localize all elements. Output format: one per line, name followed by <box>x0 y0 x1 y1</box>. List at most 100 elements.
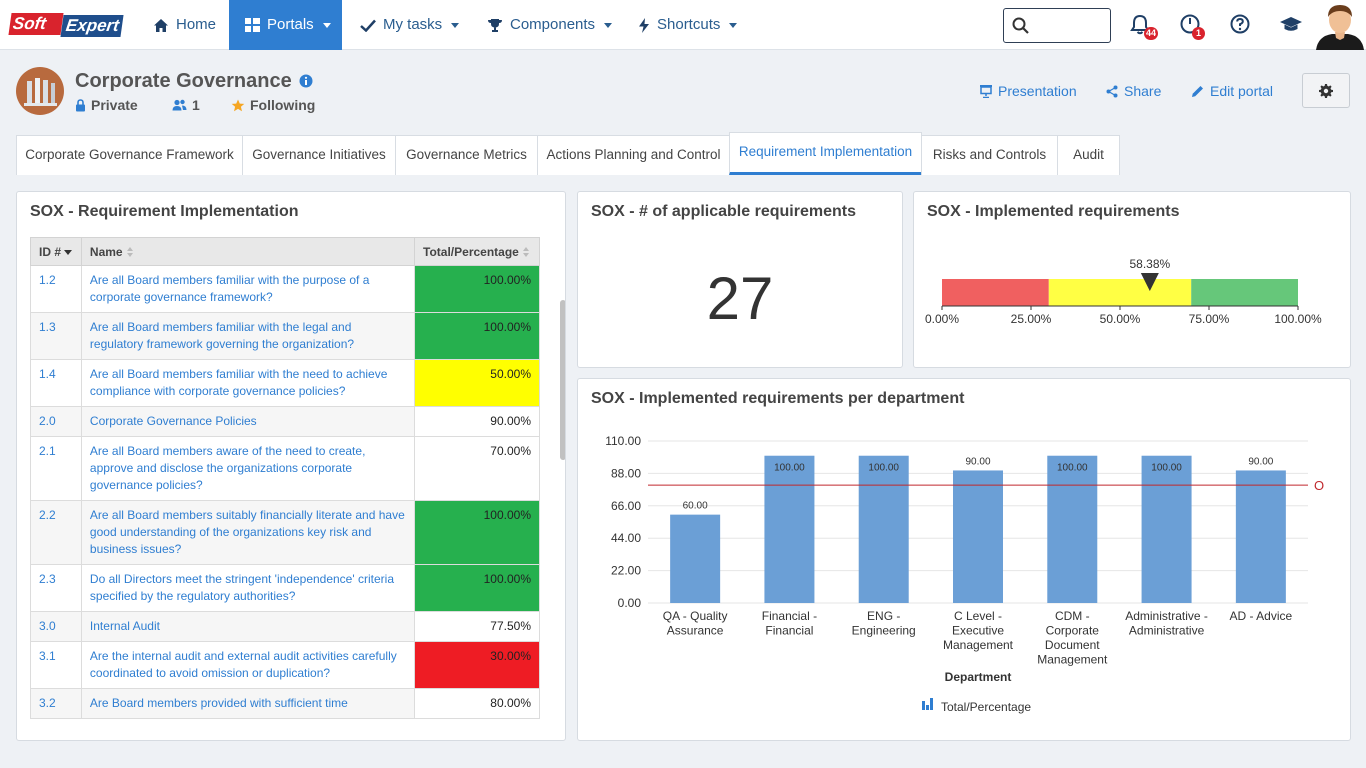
row-id[interactable]: 3.2 <box>30 688 82 719</box>
x-tick-label: Administrative <box>1129 624 1205 638</box>
help-button[interactable] <box>1229 13 1253 37</box>
edit-portal-button[interactable]: Edit portal <box>1191 83 1273 99</box>
column-header-total[interactable]: Total/Percentage <box>414 237 540 266</box>
row-id[interactable]: 2.1 <box>30 436 82 501</box>
privacy-label: Private <box>91 97 138 113</box>
edit-portal-label: Edit portal <box>1210 83 1274 99</box>
row-name[interactable]: Are all Board members familiar with the … <box>80 359 416 407</box>
row-percentage: 100.00% <box>414 500 540 565</box>
gauge-band-0 <box>942 279 1049 306</box>
tab-risks-and-controls[interactable]: Risks and Controls <box>921 135 1058 175</box>
nav-my-tasks[interactable]: My tasks <box>344 0 475 50</box>
column-header-total-label: Total/Percentage <box>423 244 519 259</box>
row-id[interactable]: 1.2 <box>30 265 82 313</box>
row-name[interactable]: Corporate Governance Policies <box>80 406 416 437</box>
y-tick-label: 22.00 <box>611 564 641 578</box>
row-name[interactable]: Are all Board members aware of the need … <box>80 436 416 501</box>
nav-portals[interactable]: Portals <box>229 0 342 50</box>
table-row[interactable]: 2.0 Corporate Governance Policies 90.00% <box>30 406 540 437</box>
logo-expert: Expert <box>60 15 124 37</box>
following-indicator[interactable]: Following <box>231 97 315 113</box>
row-id[interactable]: 3.1 <box>30 641 82 689</box>
tab-requirement-implementation[interactable]: Requirement Implementation <box>729 132 922 175</box>
gauge-svg: 0.00% 25.00% 50.00% 75.00% 100.00% 58.38% <box>925 257 1322 326</box>
column-header-id-label: ID # <box>39 244 62 259</box>
user-avatar[interactable] <box>1314 0 1366 50</box>
y-tick-label: 110.00 <box>605 434 641 448</box>
top-navbar: Soft Expert Home Portals My tasks Compon… <box>0 0 1366 50</box>
nav-components[interactable]: Components <box>471 0 628 50</box>
bar <box>1141 455 1192 603</box>
tab-governance-initiatives[interactable]: Governance Initiatives <box>242 135 396 175</box>
table-row[interactable]: 2.1 Are all Board members aware of the ne… <box>30 436 540 501</box>
bolt-icon <box>639 17 649 33</box>
x-tick-label: Administrative - <box>1125 609 1208 623</box>
table-scrollbar[interactable] <box>560 300 565 460</box>
row-percentage: 50.00% <box>414 359 540 407</box>
row-name[interactable]: Are the internal audit and external audi… <box>80 641 416 689</box>
following-label: Following <box>250 97 316 113</box>
row-name[interactable]: Are all Board members familiar with the … <box>80 312 416 360</box>
row-name[interactable]: Are all Board members familiar with the … <box>80 265 416 313</box>
nav-shortcuts[interactable]: Shortcuts <box>622 0 753 50</box>
requirements-table-container[interactable]: ID # Name Total/Percentage 1.2 Are all Bo… <box>30 237 541 737</box>
bar-data-label: 100.00 <box>868 463 899 474</box>
tab-corporate-governance-framework[interactable]: Corporate Governance Framework <box>16 135 243 175</box>
table-row[interactable]: 3.2 Are Board members provided with suffi… <box>30 688 540 719</box>
table-row[interactable]: 1.3 Are all Board members familiar with t… <box>30 312 540 360</box>
column-header-id[interactable]: ID # <box>30 237 82 266</box>
y-tick-label: 88.00 <box>611 466 641 480</box>
x-tick-label: CDM - <box>1055 609 1090 623</box>
share-button[interactable]: Share <box>1106 83 1161 99</box>
linear-gauge: 0.00% 25.00% 50.00% 75.00% 100.00% 58.38% <box>914 192 1350 367</box>
row-id[interactable]: 1.4 <box>30 359 82 407</box>
portal-tabs: Corporate Governance Framework Governanc… <box>16 132 1350 176</box>
row-percentage: 70.00% <box>414 436 540 501</box>
nav-my-tasks-label: My tasks <box>383 16 443 33</box>
row-name[interactable]: Are Board members provided with sufficie… <box>80 688 416 719</box>
table-row[interactable]: 2.2 Are all Board members suitably financ… <box>30 500 540 565</box>
learning-button[interactable] <box>1279 13 1303 37</box>
table-row[interactable]: 3.1 Are the internal audit and external a… <box>30 641 540 689</box>
nav-home[interactable]: Home <box>137 0 232 50</box>
x-tick-label: Engineering <box>852 624 916 638</box>
table-row[interactable]: 1.2 Are all Board members familiar with t… <box>30 265 540 313</box>
table-row[interactable]: 1.4 Are all Board members familiar with t… <box>30 359 540 407</box>
row-name[interactable]: Do all Directors meet the stringent 'ind… <box>80 564 416 612</box>
legend-series-label: Total/Percentage <box>941 700 1031 714</box>
column-header-name[interactable]: Name <box>80 237 416 266</box>
table-panel-title: SOX - Requirement Implementation <box>30 203 299 220</box>
info-icon[interactable] <box>299 74 313 88</box>
applicable-requirements-panel: SOX - # of applicable requirements 27 <box>577 191 903 368</box>
row-percentage: 90.00% <box>414 406 540 437</box>
presentation-icon <box>980 84 992 98</box>
table-row[interactable]: 3.0 Internal Audit 77.50% <box>30 611 540 642</box>
bar <box>764 455 815 603</box>
row-id[interactable]: 2.2 <box>30 500 82 565</box>
tab-audit[interactable]: Audit <box>1057 135 1120 175</box>
settings-button[interactable] <box>1302 73 1350 108</box>
y-tick-label: 44.00 <box>611 531 641 545</box>
tab-actions-planning-and-control[interactable]: Actions Planning and Control <box>537 135 730 175</box>
legend-bar-icon-part <box>930 698 933 710</box>
table-row[interactable]: 2.3 Do all Directors meet the stringent '… <box>30 564 540 612</box>
row-name[interactable]: Are all Board members suitably financial… <box>80 500 416 565</box>
softexpert-logo[interactable]: Soft Expert <box>8 13 124 37</box>
tab-governance-metrics[interactable]: Governance Metrics <box>395 135 538 175</box>
search-input[interactable] <box>1034 15 1106 36</box>
table-header-row: ID # Name Total/Percentage <box>30 237 540 266</box>
row-name[interactable]: Internal Audit <box>80 611 416 642</box>
presentation-button[interactable]: Presentation <box>980 83 1077 99</box>
members-indicator[interactable]: 1 <box>172 97 200 113</box>
gauge-tick-label: 75.00% <box>1189 312 1230 326</box>
search-box[interactable] <box>1003 8 1111 43</box>
row-id[interactable]: 3.0 <box>30 611 82 642</box>
share-icon <box>1106 85 1118 97</box>
row-id[interactable]: 1.3 <box>30 312 82 360</box>
alerts-count-badge: 1 <box>1192 27 1205 40</box>
x-axis-label: Department <box>945 670 1012 684</box>
y-tick-label: 0.00 <box>618 596 642 610</box>
sort-icon <box>522 247 529 258</box>
row-id[interactable]: 2.0 <box>30 406 82 437</box>
row-id[interactable]: 2.3 <box>30 564 82 612</box>
